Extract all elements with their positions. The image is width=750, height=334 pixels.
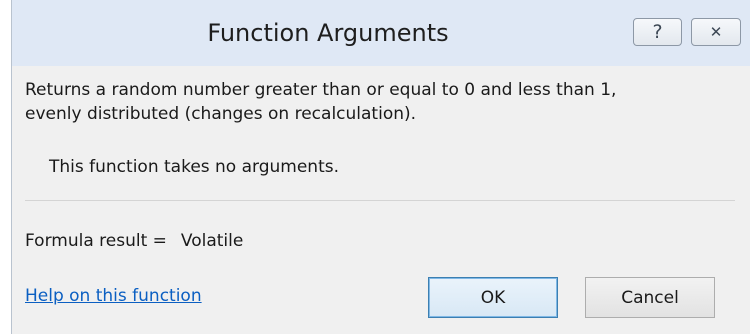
description-line-1: Returns a random number greater than or … [25, 80, 617, 100]
formula-result-value: Volatile [180, 231, 244, 251]
help-on-function-link[interactable]: Help on this function [25, 286, 202, 306]
help-button[interactable]: ? [633, 18, 682, 46]
function-description: Returns a random number greater than or … [25, 78, 740, 126]
formula-result-label: Formula result = [25, 231, 167, 251]
no-arguments-text: This function takes no arguments. [49, 157, 340, 177]
description-line-2: evenly distributed (changes on recalcula… [25, 104, 417, 124]
question-icon: ? [652, 21, 663, 43]
dialog-title: Function Arguments [207, 19, 449, 47]
dialog-body: Returns a random number greater than or … [12, 66, 750, 334]
function-arguments-dialog: Function Arguments ? ✕ Returns a random … [0, 0, 750, 334]
divider [25, 200, 735, 201]
ok-button[interactable]: OK [428, 277, 558, 318]
close-button[interactable]: ✕ [691, 18, 741, 46]
close-icon: ✕ [709, 23, 723, 41]
formula-result: Formula result = Volatile [25, 231, 243, 251]
cancel-button[interactable]: Cancel [585, 277, 715, 318]
title-bar: Function Arguments ? ✕ [12, 0, 750, 66]
